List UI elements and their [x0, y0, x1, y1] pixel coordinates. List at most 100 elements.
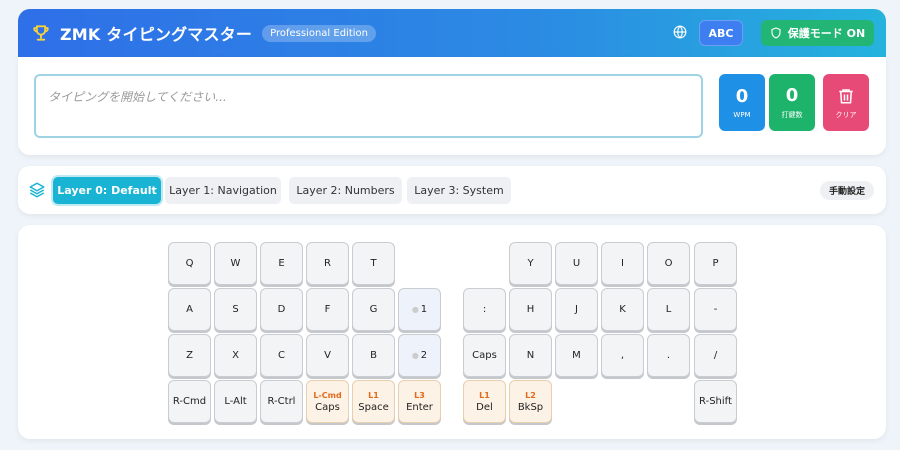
- tab-layer-1[interactable]: Layer 1: Navigation: [165, 177, 281, 204]
- key--[interactable]: ,: [601, 334, 644, 377]
- key-label: 1: [420, 304, 428, 315]
- key-label: A: [186, 304, 193, 315]
- key-m[interactable]: M: [555, 334, 598, 377]
- tab-layer-3[interactable]: Layer 3: System: [407, 177, 511, 204]
- key--[interactable]: :: [463, 288, 506, 331]
- key-label: M: [572, 350, 581, 361]
- key-v[interactable]: V: [306, 334, 349, 377]
- key-hold-label: L2: [525, 390, 536, 400]
- app-title: ZMK タイピングマスター: [60, 25, 253, 44]
- key-u[interactable]: U: [555, 242, 598, 285]
- key-label: S: [232, 304, 239, 315]
- key-q[interactable]: Q: [168, 242, 211, 285]
- key-tap-label: BkSp: [517, 401, 544, 413]
- key-s[interactable]: S: [214, 288, 257, 331]
- key-hold-label: L3: [414, 390, 425, 400]
- key-e[interactable]: E: [260, 242, 303, 285]
- key-label: U: [572, 258, 581, 269]
- key-label: D: [277, 304, 286, 315]
- keystroke-count-label: 打鍵数: [781, 110, 803, 119]
- key-1[interactable]: ● 1: [398, 288, 441, 331]
- key-f[interactable]: F: [306, 288, 349, 331]
- key-2[interactable]: ● 2: [398, 334, 441, 377]
- key-caps[interactable]: L-Cmd Caps: [306, 380, 349, 423]
- key-label: Q: [185, 258, 194, 269]
- key-i[interactable]: I: [601, 242, 644, 285]
- key-label: :: [482, 304, 487, 315]
- clear-button[interactable]: クリア: [823, 74, 869, 131]
- key-hold-label: L1: [368, 390, 379, 400]
- key-label: Z: [186, 350, 193, 361]
- key-label: I: [621, 258, 624, 269]
- key-tap-label: Enter: [406, 401, 433, 413]
- manual-settings-button[interactable]: 手動設定: [820, 181, 874, 200]
- key-label: J: [575, 304, 578, 315]
- key-label: T: [370, 258, 377, 269]
- key-tap-label: Del: [476, 401, 493, 413]
- key-p[interactable]: P: [694, 242, 737, 285]
- globe-icon[interactable]: [673, 25, 689, 41]
- key-t[interactable]: T: [352, 242, 395, 285]
- key-label: O: [664, 258, 673, 269]
- shield-icon: [771, 27, 781, 39]
- protect-mode-label: 保護モード ON: [787, 27, 866, 40]
- key--[interactable]: /: [694, 334, 737, 377]
- key-j[interactable]: J: [555, 288, 598, 331]
- indicator-dot-icon: ●: [411, 351, 419, 360]
- typing-input[interactable]: [34, 74, 703, 138]
- protect-mode-button[interactable]: 保護モード ON: [761, 20, 874, 46]
- app-header: ZMK タイピングマスター Professional Edition ABC 保…: [18, 9, 886, 57]
- key-c[interactable]: C: [260, 334, 303, 377]
- trash-icon: [839, 88, 853, 103]
- trophy-icon: [30, 22, 52, 44]
- key-d[interactable]: D: [260, 288, 303, 331]
- key-w[interactable]: W: [214, 242, 257, 285]
- key-label: R-Ctrl: [267, 396, 296, 407]
- key-del[interactable]: L1 Del: [463, 380, 506, 423]
- key-n[interactable]: N: [509, 334, 552, 377]
- key-label: F: [324, 304, 331, 315]
- key-label: R: [324, 258, 331, 269]
- key-enter[interactable]: L3 Enter: [398, 380, 441, 423]
- layers-icon: [28, 181, 46, 199]
- key-label: -: [713, 304, 718, 315]
- key-label: 2: [420, 350, 428, 361]
- key-x[interactable]: X: [214, 334, 257, 377]
- key-label: C: [278, 350, 285, 361]
- key-caps[interactable]: Caps: [463, 334, 506, 377]
- key-label: /: [713, 350, 718, 361]
- key-label: E: [278, 258, 285, 269]
- key-label: ,: [620, 350, 625, 361]
- key-bksp[interactable]: L2 BkSp: [509, 380, 552, 423]
- key-z[interactable]: Z: [168, 334, 211, 377]
- key--[interactable]: .: [647, 334, 690, 377]
- key-hold-label: L1: [479, 390, 490, 400]
- key-label: Y: [527, 258, 534, 269]
- key-tap-label: Space: [358, 401, 389, 413]
- key-k[interactable]: K: [601, 288, 644, 331]
- key-o[interactable]: O: [647, 242, 690, 285]
- key-l[interactable]: L: [647, 288, 690, 331]
- key-a[interactable]: A: [168, 288, 211, 331]
- key-l-alt[interactable]: L-Alt: [214, 380, 257, 423]
- key-r[interactable]: R: [306, 242, 349, 285]
- key-b[interactable]: B: [352, 334, 395, 377]
- edition-badge: Professional Edition: [262, 24, 376, 42]
- key-label: L: [665, 304, 672, 315]
- key-space[interactable]: L1 Space: [352, 380, 395, 423]
- key-r-shift[interactable]: R-Shift: [694, 380, 737, 423]
- keystroke-count-value: 0: [785, 84, 799, 106]
- key-label: .: [666, 350, 671, 361]
- key-g[interactable]: G: [352, 288, 395, 331]
- tab-layer-2[interactable]: Layer 2: Numbers: [289, 177, 402, 204]
- key-r-cmd[interactable]: R-Cmd: [168, 380, 211, 423]
- key-label: W: [230, 258, 241, 269]
- key-r-ctrl[interactable]: R-Ctrl: [260, 380, 303, 423]
- key-y[interactable]: Y: [509, 242, 552, 285]
- tab-layer-0[interactable]: Layer 0: Default: [53, 177, 161, 204]
- input-panel: 0 WPM 0 打鍵数 クリア: [18, 57, 886, 155]
- key--[interactable]: -: [694, 288, 737, 331]
- input-language-button[interactable]: ABC: [699, 20, 743, 46]
- keystroke-count-stat: 0 打鍵数: [769, 74, 815, 131]
- key-h[interactable]: H: [509, 288, 552, 331]
